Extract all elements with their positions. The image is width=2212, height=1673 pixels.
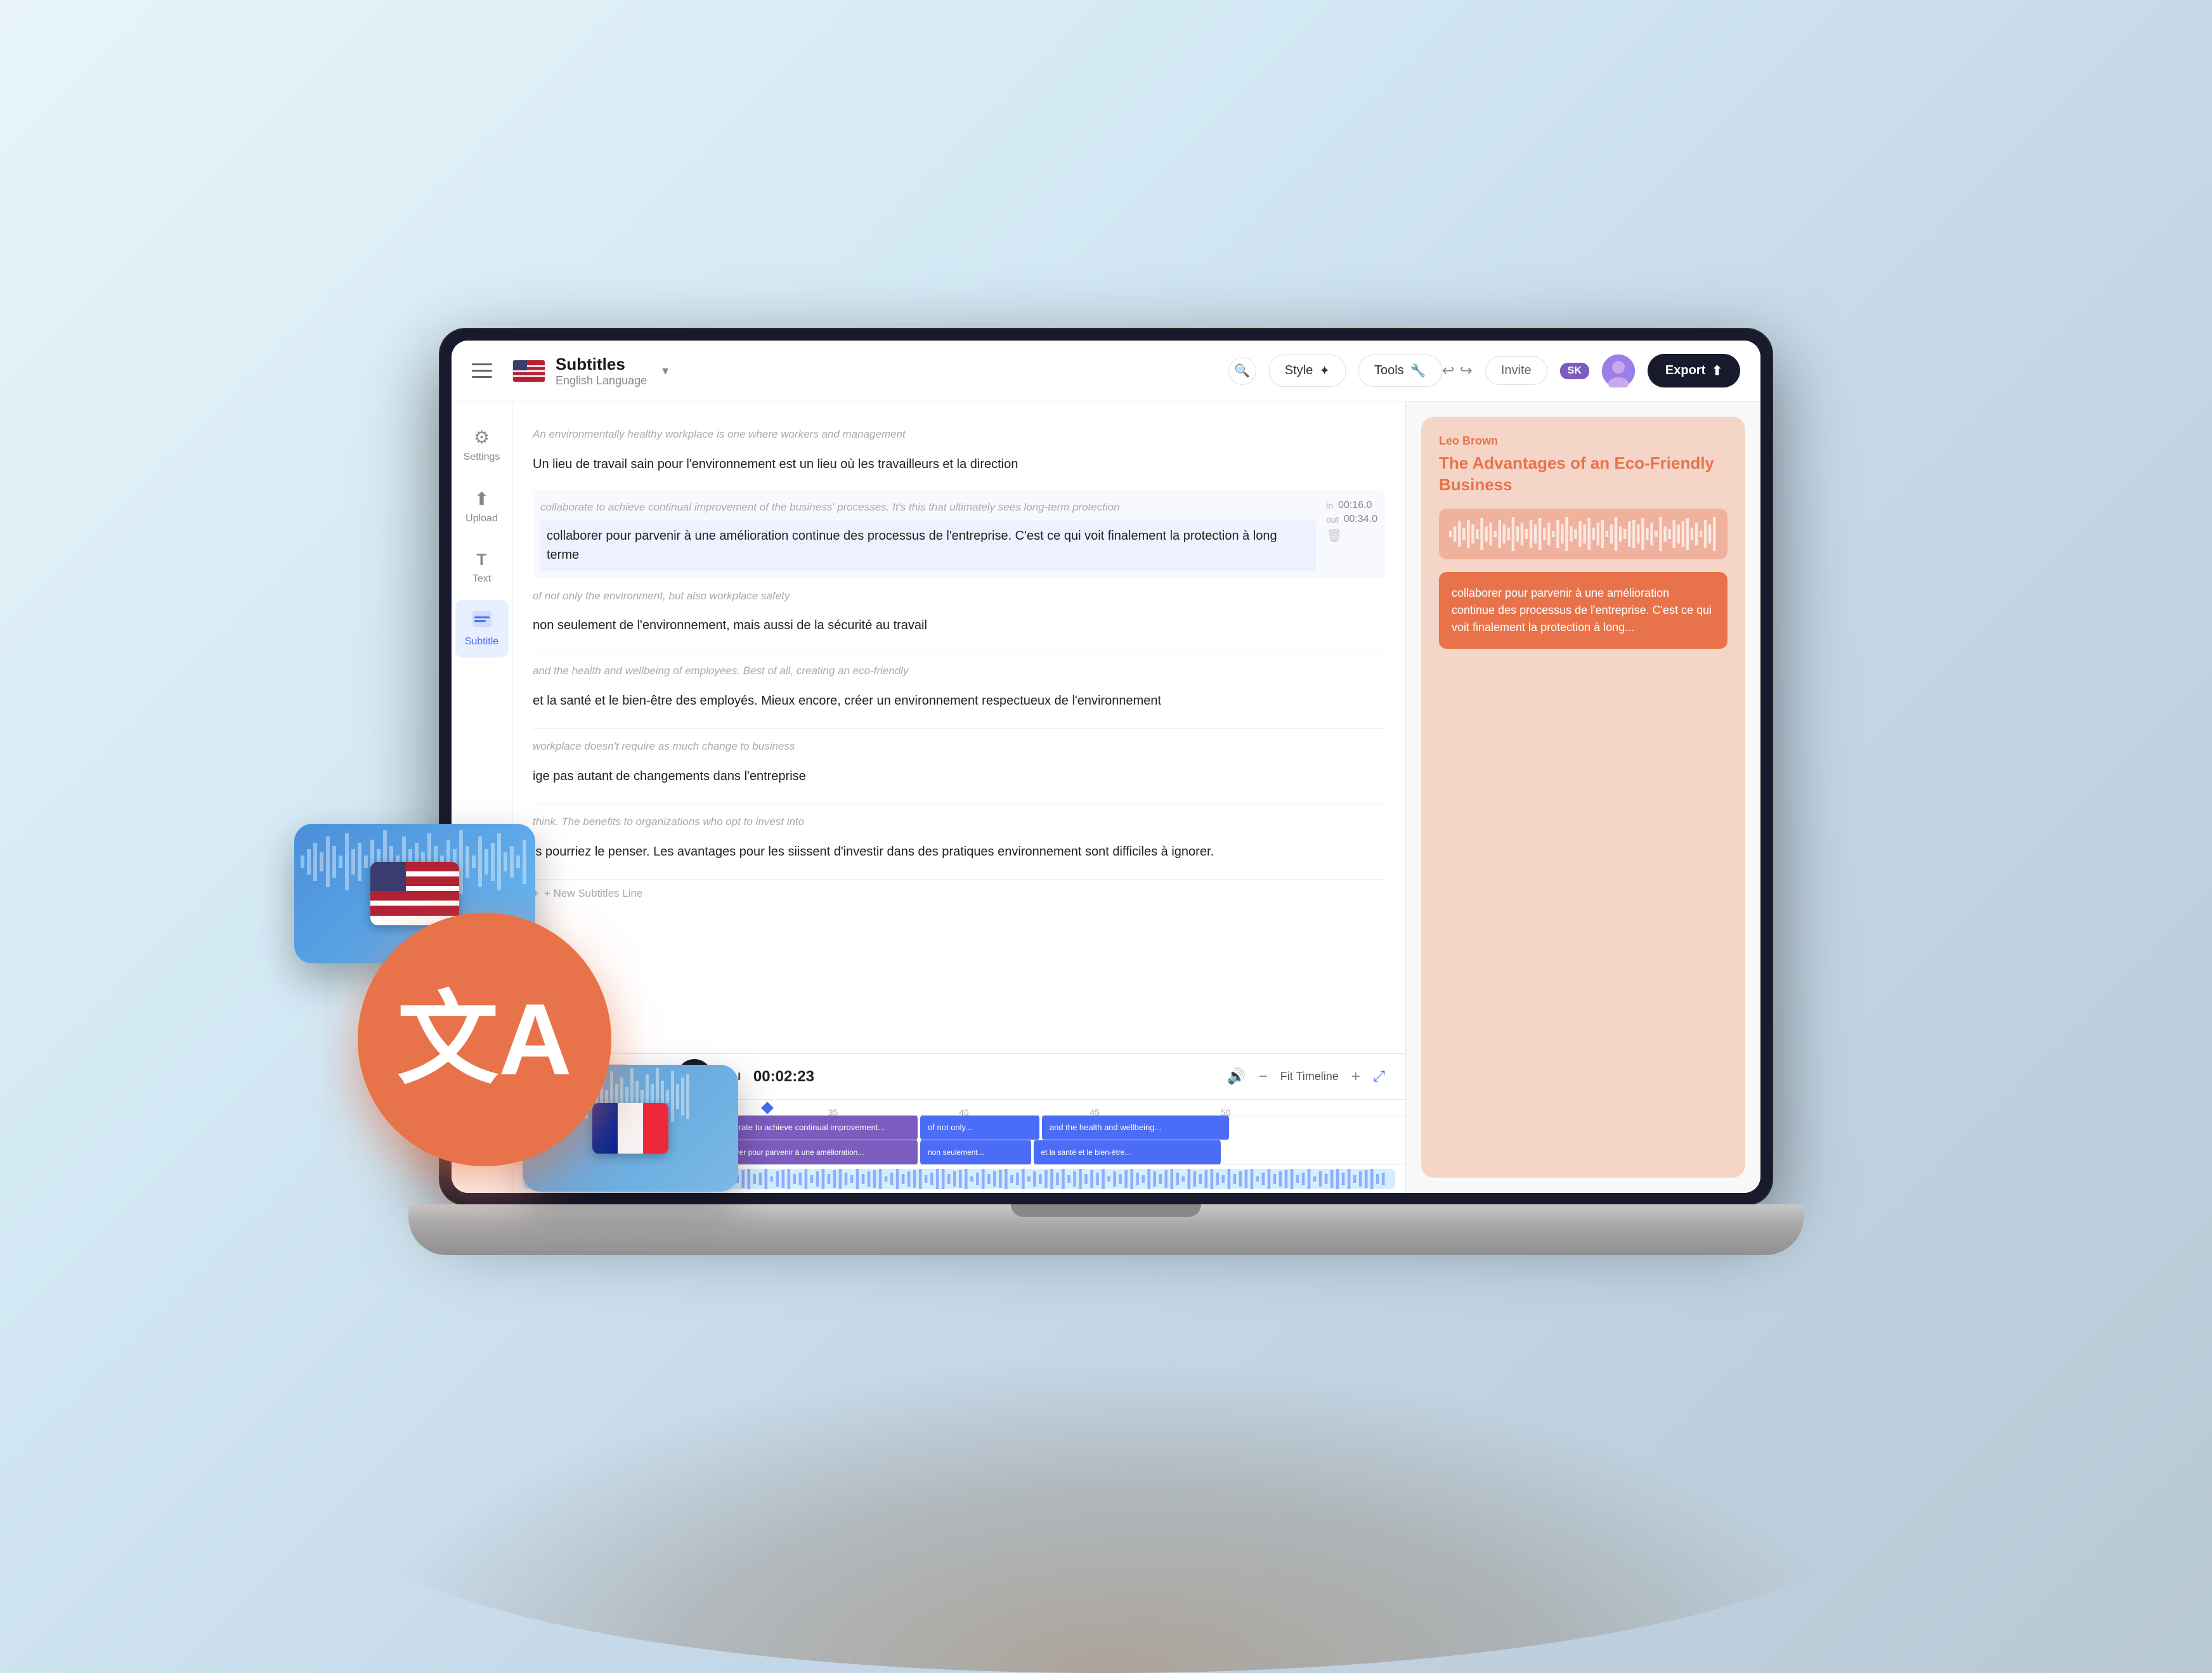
- subtitle-content-6: think. The benefits to organizations who…: [533, 814, 1385, 869]
- timing-in: 00:16.0: [1338, 500, 1372, 511]
- sidebar-item-subtitle[interactable]: Subtitle: [455, 600, 509, 658]
- fr-flag-red: [643, 1103, 668, 1154]
- search-button[interactable]: 🔍: [1228, 357, 1256, 385]
- volume-icon[interactable]: 🔊: [1227, 1067, 1246, 1086]
- sidebar-item-text[interactable]: T Text: [455, 540, 509, 595]
- top-bar-actions: 🔍 Style ✦ Tools 🔧: [1228, 355, 1442, 387]
- subtitle-row: workplace doesn't require as much change…: [533, 729, 1385, 804]
- preview-waveform: [1449, 515, 1717, 553]
- subtitle-original-6: think. The benefits to organizations who…: [533, 814, 1385, 830]
- subtitle-row: An environmentally healthy workplace is …: [533, 417, 1385, 492]
- title-text: Subtitles English Language: [556, 355, 647, 387]
- sidebar-item-settings[interactable]: ⚙ Settings: [455, 417, 509, 473]
- playhead-diamond: [761, 1102, 774, 1114]
- preview-panel: Leo Brown The Advantages of an Eco-Frien…: [1405, 401, 1760, 1193]
- subtitle-translated-5[interactable]: ige pas autant de changements dans l'ent…: [533, 759, 1385, 793]
- top-bar-right: ↩ ↪ Invite SK E: [1442, 354, 1740, 387]
- plus-icon[interactable]: +: [1351, 1068, 1360, 1086]
- waveform-container: [1439, 509, 1727, 559]
- add-subtitle-button[interactable]: + + New Subtitles Line: [533, 880, 1385, 908]
- laptop-base: [408, 1204, 1804, 1255]
- preview-card: Leo Brown The Advantages of an Eco-Frien…: [1421, 417, 1745, 1178]
- subtitle-row: of not only the environment, but also wo…: [533, 578, 1385, 654]
- preview-speaker: Leo Brown: [1439, 434, 1727, 448]
- fr-clip-3[interactable]: non seulement...: [920, 1140, 1031, 1165]
- us-flag-icon: [512, 360, 545, 382]
- undo-button[interactable]: ↩: [1442, 361, 1455, 380]
- subtitle-original-4: and the health and wellbeing of employee…: [533, 663, 1385, 679]
- minus-icon[interactable]: −: [1259, 1068, 1268, 1086]
- top-bar: Subtitles English Language ▾ 🔍 Style ✦ T…: [452, 341, 1760, 401]
- subtitle-original-3: of not only the environment, but also wo…: [533, 589, 1385, 604]
- subtitle-translated-1[interactable]: Un lieu de travail sain pour l'environne…: [533, 447, 1385, 481]
- delete-icon[interactable]: 🗑: [1326, 528, 1377, 544]
- fr-clip-4[interactable]: et la santé et le bien-être...: [1034, 1140, 1221, 1165]
- export-icon: ⬆: [1712, 363, 1722, 379]
- subtitle-content-2: collaborate to achieve continual improve…: [540, 500, 1316, 571]
- user-badge: SK: [1560, 363, 1589, 379]
- subtitle-translated-3[interactable]: non seulement de l'environnement, mais a…: [533, 608, 1385, 642]
- subtitle-original-1: An environmentally healthy workplace is …: [533, 427, 1385, 442]
- subtitle-row: think. The benefits to organizations who…: [533, 804, 1385, 880]
- fr-flag-white: [618, 1103, 643, 1154]
- time-display: 00:02:23: [753, 1068, 814, 1086]
- us-flag-large: [370, 862, 459, 925]
- timing-out: 00:34.0: [1344, 514, 1377, 525]
- subtitle-translated-2[interactable]: collaborer pour parvenir à une améliorat…: [540, 520, 1316, 571]
- fr-flag-large: [592, 1103, 668, 1154]
- subtitle-translated-4[interactable]: et la santé et le bien-être des employés…: [533, 684, 1385, 718]
- tools-icon: 🔧: [1410, 363, 1426, 379]
- subtitle-content-4: and the health and wellbeing of employee…: [533, 663, 1385, 718]
- subtitle-content-5: workplace doesn't require as much change…: [533, 739, 1385, 793]
- subtitle-original-2: collaborate to achieve continual improve…: [540, 500, 1316, 515]
- subtitle-content-3: of not only the environment, but also wo…: [533, 589, 1385, 643]
- user-avatar: [1602, 355, 1635, 387]
- app-subtitle: English Language: [556, 374, 647, 387]
- subtitle-row: and the health and wellbeing of employee…: [533, 653, 1385, 729]
- subtitle-translated-6[interactable]: is pourriez le penser. Les avantages pou…: [533, 835, 1385, 869]
- tools-button[interactable]: Tools 🔧: [1358, 355, 1442, 387]
- subtitle-content-1: An environmentally healthy workplace is …: [533, 427, 1385, 481]
- translate-button[interactable]: 文A: [358, 913, 611, 1166]
- invite-button[interactable]: Invite: [1485, 356, 1547, 385]
- dropdown-arrow-icon[interactable]: ▾: [662, 363, 668, 379]
- subtitle-row: collaborate to achieve continual improve…: [533, 492, 1385, 578]
- subtitle-timing-2: in 00:16.0 out 00:34.0 🗑: [1326, 500, 1377, 544]
- subtitle-icon: [472, 610, 492, 632]
- export-button[interactable]: Export ⬆: [1648, 354, 1740, 387]
- settings-icon: ⚙: [474, 427, 490, 448]
- laptop-container: Subtitles English Language ▾ 🔍 Style ✦ T…: [408, 329, 1804, 1344]
- translate-icon: 文A: [397, 989, 572, 1090]
- text-icon: T: [477, 550, 487, 570]
- flag-canton: [370, 862, 406, 891]
- en-clip-3[interactable]: of not only...: [920, 1116, 1039, 1140]
- title-section: Subtitles English Language ▾: [512, 355, 1228, 387]
- expand-button[interactable]: ⤢: [1373, 1068, 1385, 1086]
- style-icon: ✦: [1319, 363, 1330, 379]
- app-title: Subtitles: [556, 355, 647, 374]
- sidebar-item-upload[interactable]: ⬆ Upload: [455, 478, 509, 535]
- fr-flag-blue: [592, 1103, 618, 1154]
- subtitle-original-5: workplace doesn't require as much change…: [533, 739, 1385, 754]
- style-button[interactable]: Style ✦: [1269, 355, 1346, 387]
- undo-redo-group: ↩ ↪: [1442, 361, 1473, 380]
- menu-button[interactable]: [472, 358, 497, 384]
- fit-timeline-button[interactable]: Fit Timeline: [1280, 1070, 1339, 1083]
- en-clip-4[interactable]: and the health and wellbeing...: [1042, 1116, 1229, 1140]
- background-decoration: [345, 1356, 1867, 1673]
- preview-subtitle-text: collaborer pour parvenir à une améliorat…: [1439, 572, 1727, 649]
- timeline-right: 🔊 − Fit Timeline + ⤢: [1227, 1067, 1385, 1086]
- redo-button[interactable]: ↪: [1460, 361, 1473, 380]
- subtitles-panel: An environmentally healthy workplace is …: [512, 401, 1405, 1053]
- upload-icon: ⬆: [474, 488, 489, 509]
- preview-title: The Advantages of an Eco-Friendly Busine…: [1439, 453, 1727, 496]
